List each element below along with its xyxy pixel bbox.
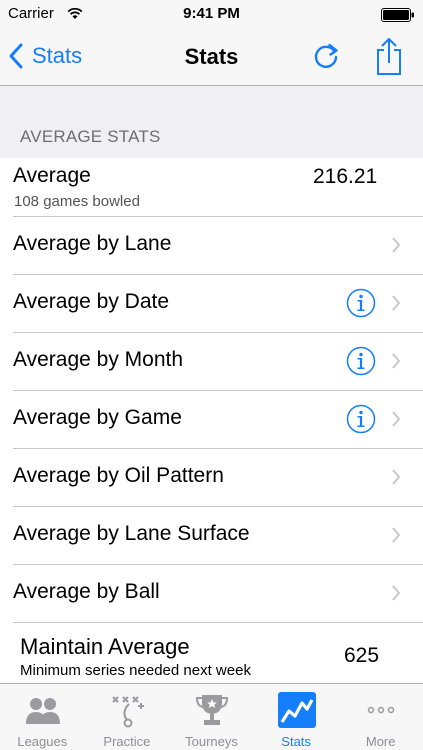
row-label: Average by Lane [13,232,172,255]
row-label: Average by Game [13,406,182,429]
tab-label: Tourneys [185,734,238,749]
chevron-right-icon [392,469,401,485]
row-label: Average by Month [13,348,184,371]
tab-stats[interactable]: Stats [254,684,339,750]
tab-bar: Leagues Practice Tourneys Stats More [0,683,423,750]
chevron-right-icon [392,585,401,601]
average-row: Average 108 games bowled 216.21 [0,158,423,217]
info-icon[interactable] [346,288,376,318]
stats-table: Average 108 games bowled 216.21 Average … [0,158,423,692]
row-average-by-game[interactable]: Average by Game [0,390,423,449]
tab-label: Practice [103,734,151,749]
maintain-average-subtitle: Minimum series needed next week [20,662,251,679]
row-average-by-ball[interactable]: Average by Ball [0,564,423,623]
back-chevron-icon [9,43,23,69]
refresh-icon[interactable] [310,40,342,72]
tab-label: Leagues [17,734,68,749]
row-average-by-lane-surface[interactable]: Average by Lane Surface [0,506,423,565]
chevron-right-icon [392,295,401,311]
back-button[interactable]: Stats [8,40,82,72]
chevron-right-icon [392,353,401,369]
chevron-right-icon [392,527,401,543]
maintain-average-title: Maintain Average [20,634,190,659]
row-average-by-date[interactable]: Average by Date [0,274,423,333]
chart-icon [277,692,316,728]
row-label: Average by Ball [13,580,160,603]
average-title: Average [13,164,91,187]
row-label: Average by Date [13,290,170,313]
maintain-average-value: 625 [344,644,380,667]
row-label: Average by Lane Surface [13,522,250,545]
average-value: 216.21 [313,165,378,188]
chevron-right-icon [392,237,401,253]
row-average-by-month[interactable]: Average by Month [0,332,423,391]
row-label: Average by Oil Pattern [13,464,224,487]
trophy-icon [196,695,229,725]
info-icon[interactable] [346,346,376,376]
tab-label: Stats [281,734,311,749]
row-average-by-lane[interactable]: Average by Lane [0,216,423,275]
clock: 9:41 PM [183,5,240,22]
status-bar: Carrier 9:41 PM [0,0,423,28]
tab-practice[interactable]: Practice [85,684,170,750]
tab-label: More [365,734,396,749]
people-icon [26,698,60,724]
share-icon[interactable] [372,36,406,76]
tab-more[interactable]: More [338,684,423,750]
average-subtitle: 108 games bowled [14,193,140,210]
row-average-by-oil-pattern[interactable]: Average by Oil Pattern [0,448,423,507]
tab-leagues[interactable]: Leagues [0,684,85,750]
battery-icon [381,8,414,22]
more-icon [368,706,395,714]
back-button-label: Stats [32,43,83,68]
info-icon[interactable] [346,404,376,434]
playbook-icon [111,696,144,728]
chevron-right-icon [392,411,401,427]
section-header: AVERAGE STATS [20,127,161,146]
maintain-average-row[interactable]: Maintain Average Minimum series needed n… [0,622,423,692]
navigation-bar: Stats Stats [0,28,423,86]
tab-tourneys[interactable]: Tourneys [169,684,254,750]
